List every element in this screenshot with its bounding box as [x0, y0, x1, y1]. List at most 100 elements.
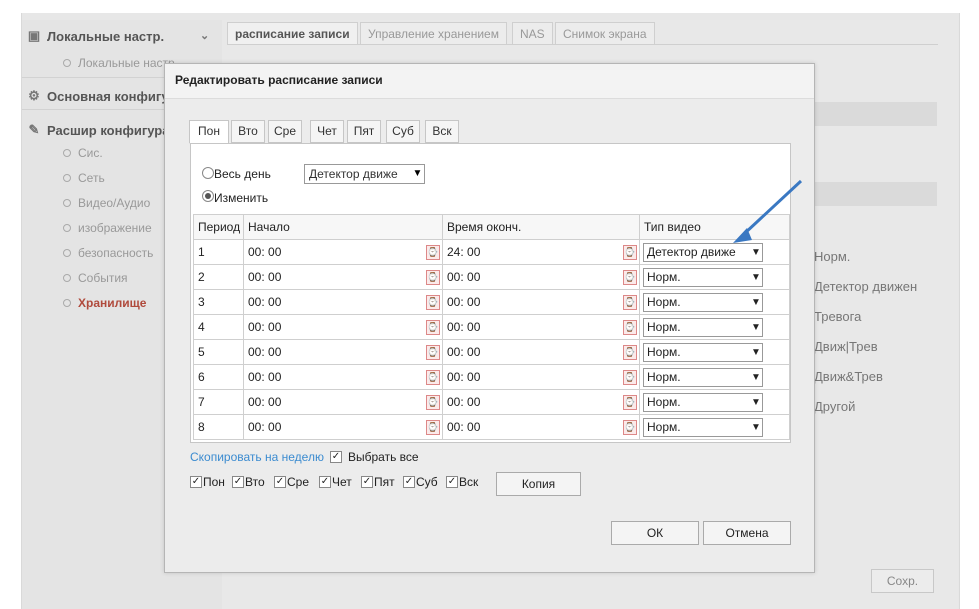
clock-icon[interactable]: ⌚ [623, 420, 637, 435]
video-type-select[interactable]: Норм. ▼ [643, 393, 763, 412]
clock-icon[interactable]: ⌚ [426, 420, 440, 435]
dropdown-arrow-icon: ▼ [750, 294, 762, 311]
start-time-value: 00: 00 [248, 395, 282, 409]
clock-icon[interactable]: ⌚ [623, 295, 637, 310]
start-time-cell[interactable]: 00: 00 ⌚ [243, 264, 443, 290]
start-time-cell[interactable]: 00: 00 ⌚ [243, 289, 443, 315]
customize-radio[interactable] [202, 190, 214, 202]
clock-icon[interactable]: ⌚ [623, 395, 637, 410]
clock-icon[interactable]: ⌚ [426, 370, 440, 385]
legend-motion: Детектор движен [814, 279, 918, 294]
start-time-cell[interactable]: 00: 00 ⌚ [243, 389, 443, 415]
all-day-type-select[interactable]: Детектор движе ▼ [304, 164, 425, 184]
end-time-value: 00: 00 [447, 395, 481, 409]
end-time-cell[interactable]: 00: 00 ⌚ [442, 414, 640, 440]
clock-icon[interactable]: ⌚ [426, 270, 440, 285]
copy-day-checkbox[interactable]: ✓ [361, 476, 373, 488]
day-tab-mon[interactable]: Пон [189, 120, 229, 144]
clock-icon[interactable]: ⌚ [426, 245, 440, 260]
day-tab-thu[interactable]: Чет [310, 120, 344, 143]
copy-to-week-link[interactable]: Скопировать на неделю [190, 450, 324, 464]
video-type-select[interactable]: Норм. ▼ [643, 418, 763, 437]
end-time-cell[interactable]: 00: 00 ⌚ [442, 264, 640, 290]
monitor-icon: ▣ [27, 28, 41, 43]
day-tab-sat[interactable]: Суб [386, 120, 420, 143]
video-type-select[interactable]: Детектор движе ▼ [643, 243, 763, 262]
copy-button[interactable]: Копия [496, 472, 581, 496]
start-time-cell[interactable]: 00: 00 ⌚ [243, 364, 443, 390]
copy-day-checkbox[interactable]: ✓ [190, 476, 202, 488]
video-type-select[interactable]: Норм. ▼ [643, 293, 763, 312]
end-time-cell[interactable]: 00: 00 ⌚ [442, 364, 640, 390]
dropdown-arrow-icon: ▼ [750, 419, 762, 436]
table-row: 2 00: 00 ⌚ 00: 00 ⌚ Норм. ▼ [193, 264, 790, 290]
save-button[interactable]: Сохр. [871, 569, 934, 593]
end-time-value: 00: 00 [447, 270, 481, 284]
ok-button[interactable]: ОК [611, 521, 699, 545]
table-row: 1 00: 00 ⌚ 24: 00 ⌚ Детектор движе ▼ [193, 239, 790, 265]
dropdown-arrow-icon: ▼ [750, 244, 762, 261]
copy-day-label: Пят [374, 475, 395, 489]
clock-icon[interactable]: ⌚ [426, 295, 440, 310]
chevron-down-icon: ⌄ [200, 30, 210, 42]
select-all-checkbox[interactable]: ✓ [330, 451, 342, 463]
all-day-radio[interactable] [202, 167, 214, 179]
tab-snapshot[interactable]: Снимок экрана [555, 22, 655, 45]
video-type-select[interactable]: Норм. ▼ [643, 318, 763, 337]
nav-item-label: безопасность [78, 246, 154, 260]
clock-icon[interactable]: ⌚ [426, 345, 440, 360]
day-tab-sun[interactable]: Вск [425, 120, 459, 143]
clock-icon[interactable]: ⌚ [623, 320, 637, 335]
day-tab-tue[interactable]: Вто [231, 120, 265, 143]
all-day-label: Весь день [214, 167, 271, 181]
tab-record-schedule[interactable]: расписание записи [227, 22, 358, 45]
video-type-select[interactable]: Норм. ▼ [643, 368, 763, 387]
copy-day-checkbox[interactable]: ✓ [446, 476, 458, 488]
day-tab-fri[interactable]: Пят [347, 120, 381, 143]
video-type-value: Детектор движе [647, 245, 736, 259]
clock-icon[interactable]: ⌚ [426, 395, 440, 410]
clock-icon[interactable]: ⌚ [623, 345, 637, 360]
video-type-cell: Норм. ▼ [639, 264, 790, 290]
end-time-cell[interactable]: 00: 00 ⌚ [442, 339, 640, 365]
video-type-select[interactable]: Норм. ▼ [643, 268, 763, 287]
video-type-select[interactable]: Норм. ▼ [643, 343, 763, 362]
end-time-cell[interactable]: 00: 00 ⌚ [442, 314, 640, 340]
copy-day-checkbox[interactable]: ✓ [403, 476, 415, 488]
end-time-cell[interactable]: 00: 00 ⌚ [442, 389, 640, 415]
start-time-value: 00: 00 [248, 295, 282, 309]
copy-day-checkbox[interactable]: ✓ [232, 476, 244, 488]
period-cell: 3 [193, 289, 244, 315]
start-time-cell[interactable]: 00: 00 ⌚ [243, 339, 443, 365]
day-tab-wed[interactable]: Сре [268, 120, 302, 143]
tab-nas[interactable]: NAS [512, 22, 553, 45]
dropdown-arrow-icon: ▼ [750, 394, 762, 411]
nav-basic-config-label: Основная конфигу [47, 89, 169, 104]
tab-storage-management[interactable]: Управление хранением [360, 22, 507, 45]
copy-day-checkbox[interactable]: ✓ [274, 476, 286, 488]
schedule-table: Период Начало Время оконч. Тип видео 1 00… [193, 214, 790, 440]
col-video-type: Тип видео [639, 214, 790, 240]
end-time-value: 24: 00 [447, 245, 481, 259]
end-time-cell[interactable]: 24: 00 ⌚ [442, 239, 640, 265]
start-time-cell[interactable]: 00: 00 ⌚ [243, 239, 443, 265]
bullet-icon [63, 299, 71, 307]
clock-icon[interactable]: ⌚ [426, 320, 440, 335]
clock-icon[interactable]: ⌚ [623, 270, 637, 285]
start-time-cell[interactable]: 00: 00 ⌚ [243, 314, 443, 340]
table-row: 4 00: 00 ⌚ 00: 00 ⌚ Норм. ▼ [193, 314, 790, 340]
period-value: 8 [198, 420, 205, 434]
copy-day-checkbox[interactable]: ✓ [319, 476, 331, 488]
nav-local-settings[interactable]: ▣ Локальные настр. ⌄ [22, 20, 222, 52]
start-time-value: 00: 00 [248, 320, 282, 334]
video-type-value: Норм. [647, 370, 681, 384]
clock-icon[interactable]: ⌚ [623, 245, 637, 260]
end-time-value: 00: 00 [447, 420, 481, 434]
cancel-button[interactable]: Отмена [703, 521, 791, 545]
clock-icon[interactable]: ⌚ [623, 370, 637, 385]
period-cell: 4 [193, 314, 244, 340]
end-time-cell[interactable]: 00: 00 ⌚ [442, 289, 640, 315]
start-time-cell[interactable]: 00: 00 ⌚ [243, 414, 443, 440]
bullet-icon [63, 174, 71, 182]
end-time-value: 00: 00 [447, 370, 481, 384]
